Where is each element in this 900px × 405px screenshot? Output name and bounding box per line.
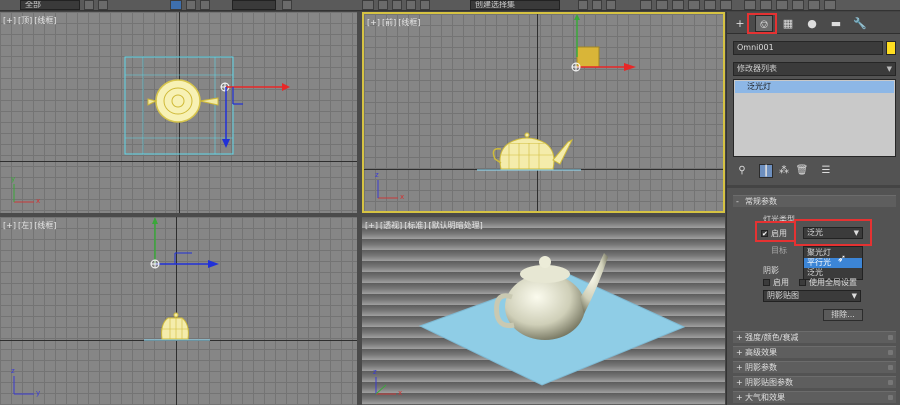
viewport-splitter-horizontal[interactable]	[0, 213, 725, 217]
move-icon[interactable]	[170, 0, 182, 10]
modifier-list-dropdown[interactable]: 修改器列表 ▼	[733, 62, 896, 76]
modifier-stack[interactable]: 泛光灯	[733, 79, 896, 157]
layer-manager-icon[interactable]	[606, 0, 616, 10]
select-icon[interactable]	[84, 0, 94, 10]
object-name-field[interactable]: Omni001	[733, 41, 883, 55]
highlight-box	[755, 221, 796, 242]
top-scene	[13, 56, 290, 203]
viewport-splitter-vertical[interactable]	[357, 12, 362, 405]
show-end-result-icon[interactable]: ┃	[759, 164, 773, 178]
configure-sets-icon[interactable]: ☰	[819, 164, 833, 178]
perspective-scene	[375, 253, 686, 395]
main-toolbar: 全部 创建选择集	[0, 0, 900, 11]
stack-item[interactable]: 泛光灯	[735, 81, 894, 93]
shadows-enable-checkbox[interactable]	[763, 279, 770, 286]
motion-tab-icon[interactable]: ●	[803, 15, 821, 32]
render-online-icon[interactable]	[792, 0, 804, 10]
rendered-frame-icon[interactable]	[720, 0, 732, 10]
object-color-swatch[interactable]	[886, 41, 896, 55]
snap-toggle-icon[interactable]	[362, 0, 374, 10]
activeshade-icon[interactable]	[776, 0, 788, 10]
angle-snap-icon[interactable]	[378, 0, 388, 10]
viewport-left[interactable]: [+] [左] [线框] y z	[0, 217, 357, 405]
align-icon[interactable]	[592, 0, 602, 10]
material-editor-icon[interactable]	[688, 0, 700, 10]
spinner-snap-icon[interactable]	[406, 0, 416, 10]
rollout-shadow-map-parameters[interactable]: + 阴影贴图参数	[733, 376, 896, 388]
percent-snap-icon[interactable]	[392, 0, 402, 10]
shadow-type-dropdown[interactable]: 阴影贴图 ▼	[763, 290, 861, 302]
edit-named-sets-icon[interactable]	[420, 0, 430, 10]
rollout-shadow-parameters[interactable]: + 阴影参数	[733, 361, 896, 373]
graphite-tools-icon[interactable]	[640, 0, 652, 10]
option-directional[interactable]: 平行光	[804, 258, 862, 268]
highlight-box	[794, 219, 872, 246]
global-settings-checkbox[interactable]	[799, 279, 806, 286]
viewport-perspective[interactable]: [+] [透视] [标准] [默认明暗处理] x z	[362, 217, 725, 405]
make-unique-icon[interactable]: ⁂	[777, 164, 791, 178]
mouse-cursor-icon: ➶	[837, 252, 847, 265]
mirror-icon[interactable]	[578, 0, 588, 10]
render-icon[interactable]	[744, 0, 756, 10]
curve-editor-icon[interactable]	[656, 0, 668, 10]
remove-modifier-icon[interactable]: 🗑	[795, 164, 809, 178]
panel-separator	[727, 185, 900, 188]
pin-stack-icon[interactable]: ⚲	[735, 164, 749, 178]
rollout-atmospheres-effects[interactable]: + 大气和效果	[733, 391, 896, 403]
reference-coord-dropdown[interactable]	[232, 0, 276, 10]
front-scene	[377, 14, 636, 199]
rotate-icon[interactable]	[186, 0, 196, 10]
rollout-general-parameters[interactable]: - 常规参数	[733, 195, 896, 207]
schematic-view-icon[interactable]	[672, 0, 684, 10]
environment-icon[interactable]	[808, 0, 820, 10]
max-window: 全部 创建选择集 [+] [顶] [线框] x y [+] [前] [线框] x…	[0, 0, 900, 405]
highlight-box	[747, 13, 777, 34]
light-type-options[interactable]: 聚光灯 平行光 泛光	[803, 246, 863, 280]
rollout-advanced-effects[interactable]: + 高级效果	[733, 346, 896, 358]
chevron-down-icon: ▼	[851, 292, 857, 300]
left-scene	[13, 217, 219, 395]
pivot-icon[interactable]	[282, 0, 292, 10]
scale-icon[interactable]	[200, 0, 210, 10]
viewport-front[interactable]: [+] [前] [线框] x z	[362, 12, 725, 213]
select-region-icon[interactable]	[98, 0, 108, 10]
utilities-tab-icon[interactable]: 🔧	[851, 15, 869, 32]
render-setup-icon[interactable]	[704, 0, 716, 10]
named-selection-set[interactable]: 创建选择集	[470, 0, 560, 10]
stack-toolbar: ⚲ ┃ ⁂ 🗑 ☰	[733, 164, 896, 180]
command-panel: + ⎊ ▦ ● ▬ 🔧 Omni001 修改器列表 ▼ 泛光灯 ⚲ ┃ ⁂ 🗑 …	[726, 12, 900, 405]
rollout-intensity[interactable]: + 强度/颜色/衰减	[733, 331, 896, 343]
viewport-top[interactable]: [+] [顶] [线框] x y	[0, 12, 357, 213]
effects-icon[interactable]	[824, 0, 836, 10]
selection-filter[interactable]: 全部	[20, 0, 80, 10]
render-iterative-icon[interactable]	[760, 0, 772, 10]
display-tab-icon[interactable]: ▬	[827, 15, 845, 32]
hierarchy-tab-icon[interactable]: ▦	[779, 15, 797, 32]
chevron-down-icon: ▼	[886, 65, 892, 73]
exclude-button[interactable]: 排除...	[823, 309, 863, 321]
option-spot[interactable]: 聚光灯	[804, 248, 862, 258]
